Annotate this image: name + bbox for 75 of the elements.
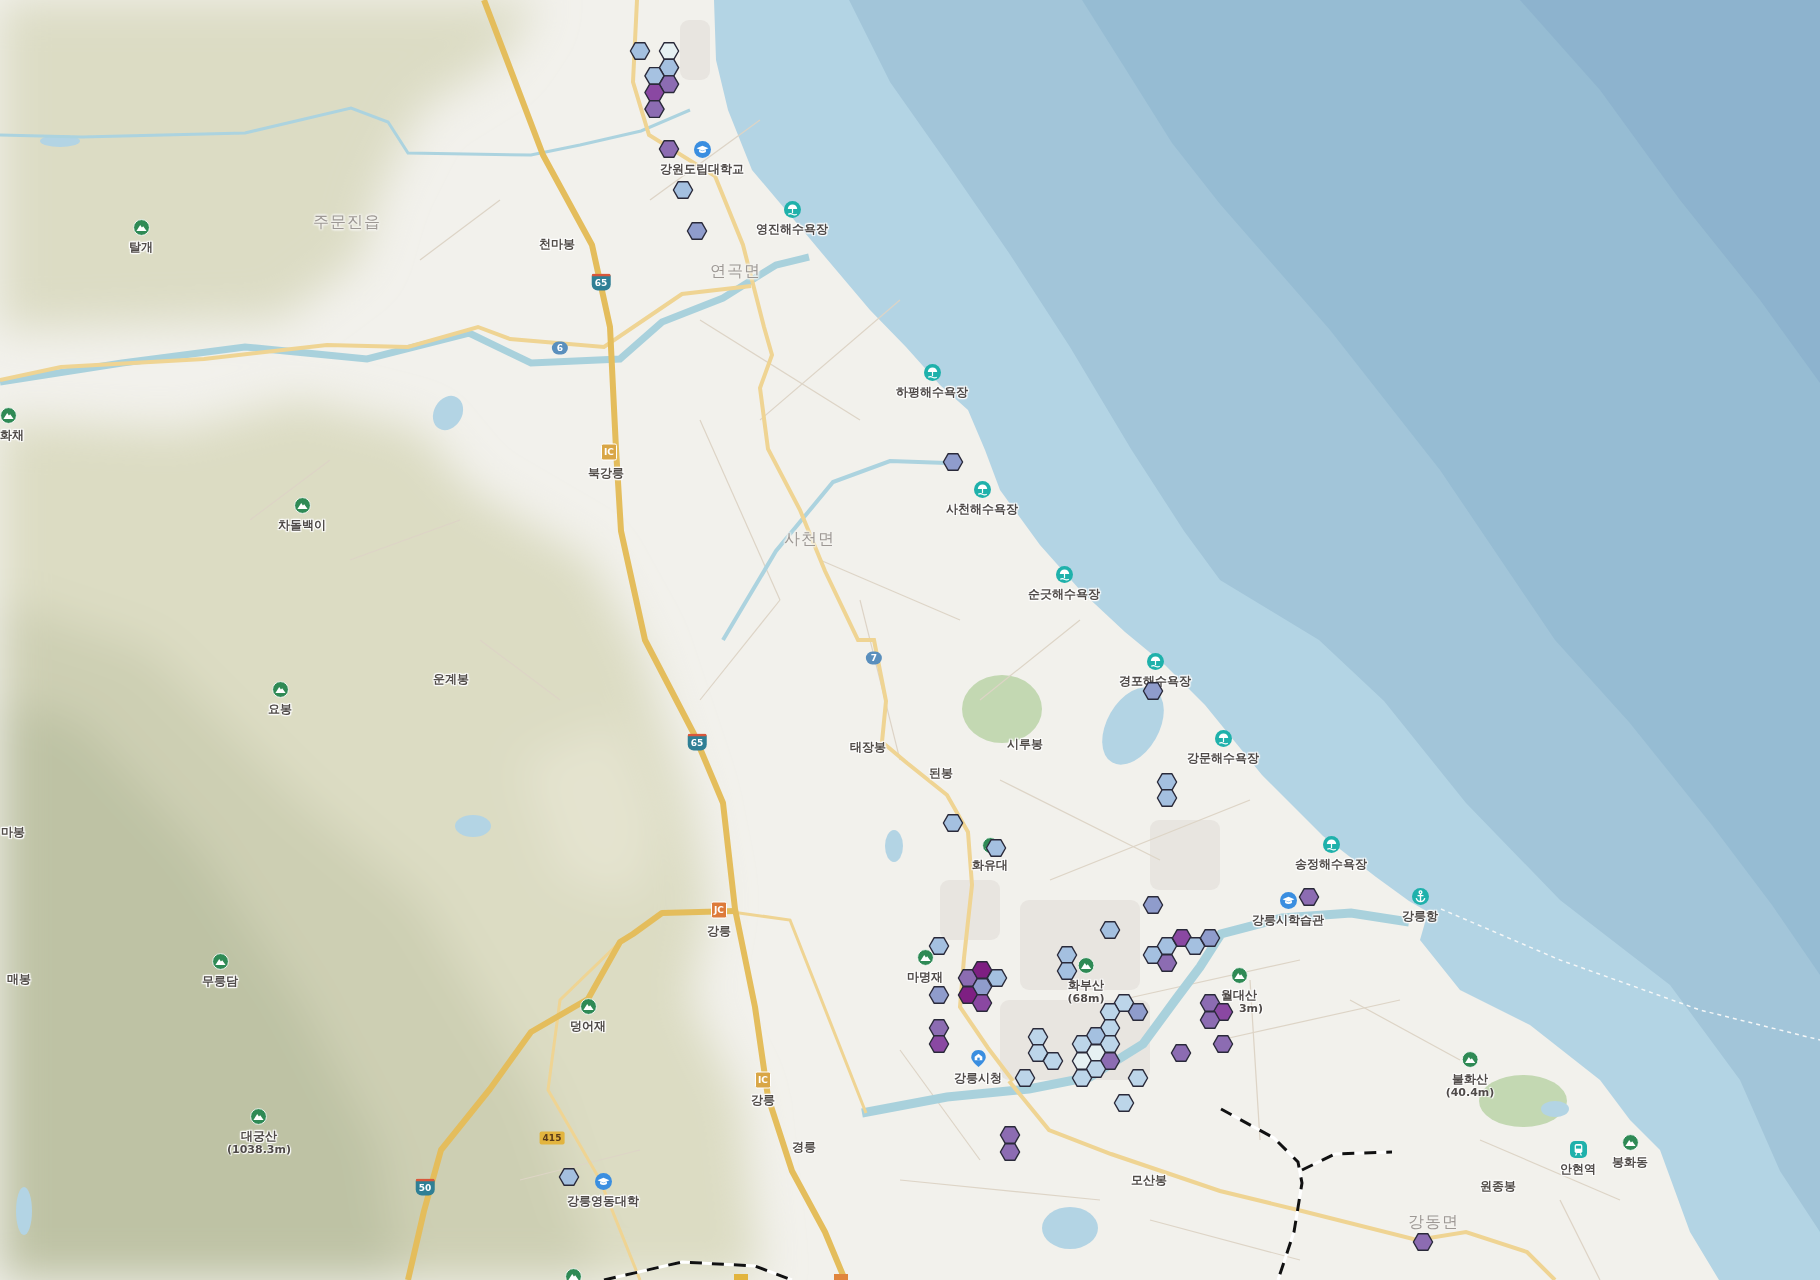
road-sign-icon: [834, 1274, 848, 1280]
route-shield: 65: [687, 733, 707, 751]
place-label: 탈개: [129, 240, 153, 254]
place-label: 순긋해수욕장: [1028, 587, 1100, 601]
place-label: 불화산: [1452, 1072, 1488, 1086]
road-sign-icon: [734, 1274, 748, 1280]
lake: [40, 135, 80, 147]
place-label: 영진해수욕장: [756, 222, 828, 236]
building-pin-icon: [969, 1050, 987, 1067]
graduation-cap-icon: [693, 141, 711, 158]
graduation-cap-icon: [1279, 892, 1297, 909]
place-label: 화채: [0, 428, 24, 442]
place-label: 안현역: [1560, 1162, 1596, 1176]
umbrella-icon: [1146, 653, 1164, 670]
umbrella-icon: [1214, 730, 1232, 747]
elevation-label: (68m): [1067, 992, 1105, 1005]
route-shield: 415: [539, 1131, 565, 1145]
lake: [1042, 1207, 1098, 1249]
graduation-cap-icon: [594, 1173, 612, 1190]
lake: [455, 815, 491, 837]
interchange-sign: IC: [755, 1071, 771, 1089]
route-shield: 50: [415, 1178, 435, 1196]
place-label: 경릉: [792, 1140, 816, 1154]
place-label: 강릉영동대학: [567, 1194, 639, 1208]
interchange-sign: JC: [711, 901, 727, 919]
place-label: 차돌백이: [278, 518, 326, 532]
place-label: 강릉시학습관: [1252, 913, 1324, 927]
umbrella-icon: [1322, 836, 1340, 853]
elevation-label: (40.4m): [1445, 1086, 1495, 1099]
place-label: 매봉: [7, 972, 31, 986]
place-label: 천마봉: [539, 237, 575, 251]
place-label: 태장봉: [850, 740, 886, 754]
umbrella-icon: [923, 364, 941, 381]
urban-area: [1150, 820, 1220, 890]
place-label: 강릉항: [1402, 909, 1438, 923]
mountain-icon: [565, 1268, 582, 1280]
elevation-label: 3m): [1238, 1002, 1264, 1015]
place-label: 대궁산: [241, 1129, 277, 1143]
place-label: 마명재: [907, 970, 943, 984]
place-label: 강동면: [1407, 1213, 1459, 1231]
anchor-icon: [1411, 888, 1429, 905]
place-label: 무릉담: [202, 974, 238, 988]
place-label: 하평해수욕장: [896, 385, 968, 399]
place-label: 시루봉: [1007, 737, 1043, 751]
place-label: 모산봉: [1131, 1173, 1167, 1187]
route-shield: 65: [591, 273, 611, 291]
umbrella-icon: [973, 481, 991, 498]
place-label: 월대산: [1221, 988, 1257, 1002]
urban-area: [940, 880, 1000, 940]
lake: [885, 830, 903, 862]
lake: [432, 395, 464, 431]
place-label: 마봉: [1, 825, 25, 839]
place-label: 화유대: [972, 858, 1008, 872]
urban-area: [680, 20, 710, 80]
place-label: 된봉: [929, 766, 953, 780]
interchange-sign: IC: [601, 443, 617, 461]
umbrella-icon: [783, 201, 801, 218]
place-label: 화부산: [1068, 978, 1104, 992]
mountain-icon: [0, 407, 17, 424]
place-label: 강문해수욕장: [1187, 751, 1259, 765]
lake: [1541, 1101, 1569, 1117]
place-label: 강원도립대학교: [660, 162, 744, 176]
place-label: 사천해수욕장: [946, 502, 1018, 516]
elevation-label: (1038.3m): [227, 1143, 291, 1156]
place-label: 요봉: [268, 702, 292, 716]
lake: [16, 1187, 32, 1235]
place-label: 봉화동: [1612, 1155, 1648, 1169]
place-label: 덩어재: [570, 1019, 606, 1033]
umbrella-icon: [1055, 566, 1073, 583]
place-label: 주문진읍: [313, 213, 381, 231]
place-label: 운계봉: [433, 672, 469, 686]
place-label: 원종봉: [1480, 1179, 1516, 1193]
place-label: 송정해수욕장: [1295, 857, 1367, 871]
place-label: 강릉시청: [954, 1071, 1002, 1085]
place-label: 강릉: [707, 924, 731, 938]
